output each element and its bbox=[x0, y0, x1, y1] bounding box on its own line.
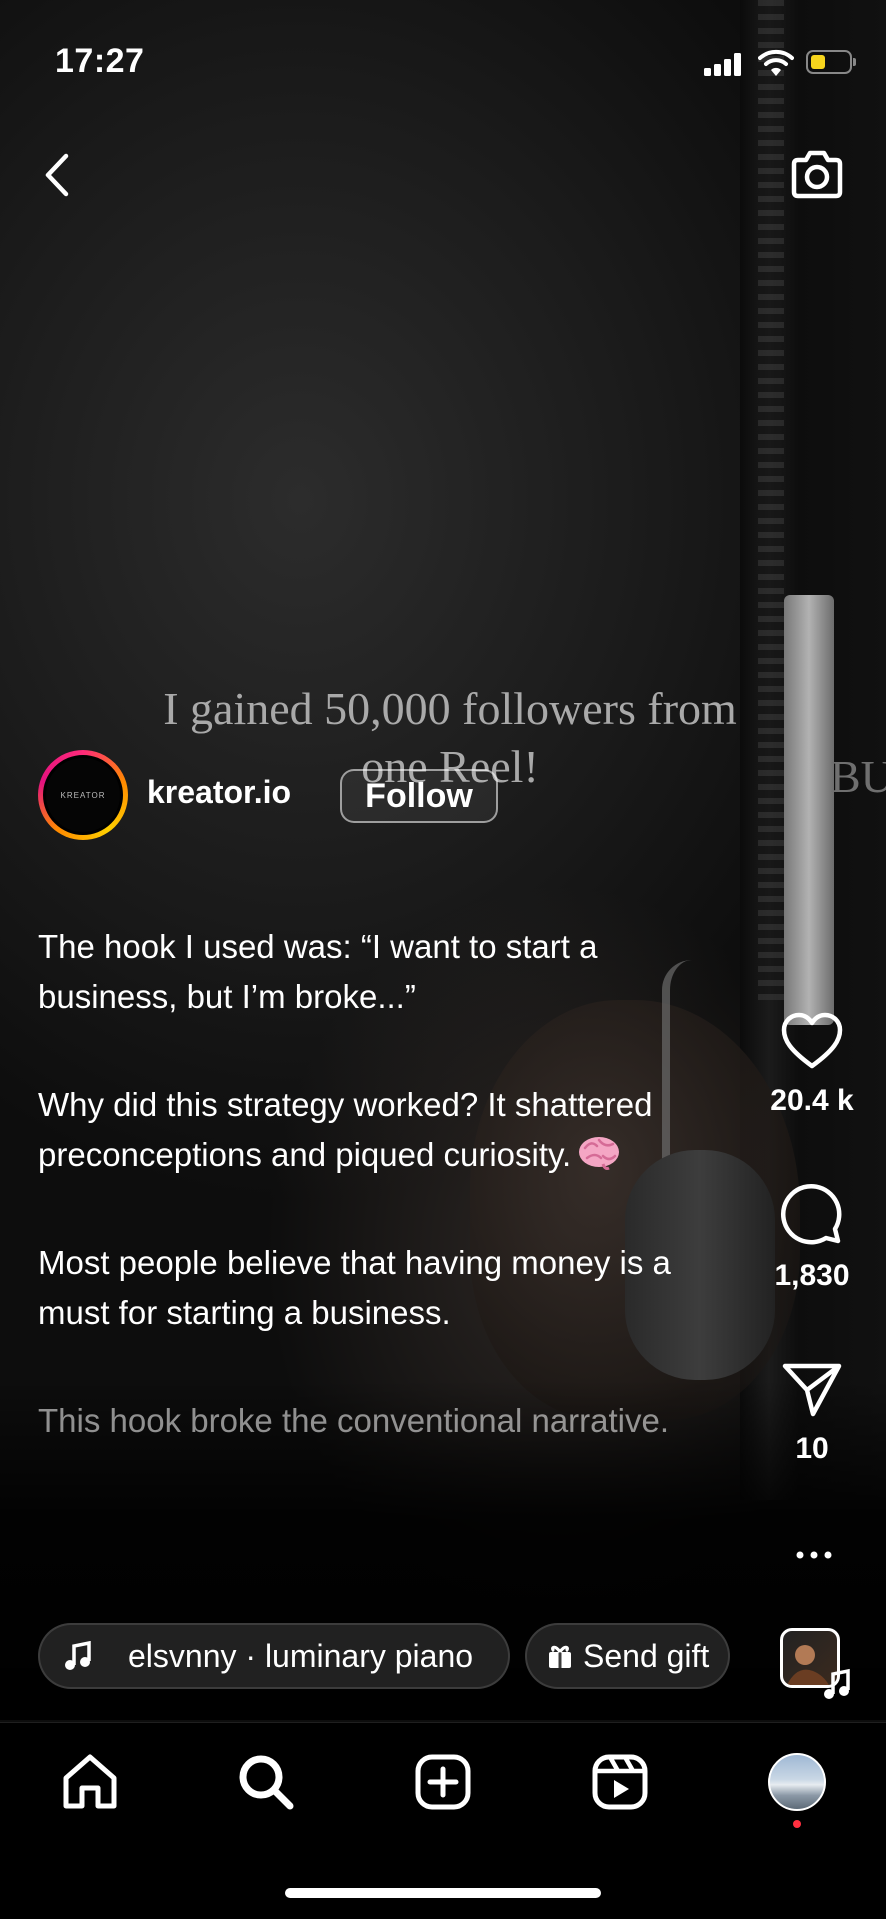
follow-button[interactable]: Follow bbox=[340, 769, 498, 823]
battery-level bbox=[811, 55, 825, 69]
music-note-badge-icon bbox=[824, 1668, 850, 1699]
send-gift-pill[interactable]: Send gift bbox=[525, 1623, 730, 1689]
mirror-ornament bbox=[758, 0, 784, 1000]
author-avatar[interactable]: KREATOR bbox=[38, 750, 128, 840]
caption-paragraph: The hook I used was: “I want to start a … bbox=[38, 928, 598, 1015]
caption-paragraph-truncated: This hook broke the conventional narrati… bbox=[38, 1402, 670, 1439]
profile-avatar[interactable] bbox=[768, 1753, 826, 1811]
camera-icon[interactable] bbox=[788, 148, 846, 202]
gift-icon bbox=[549, 1645, 571, 1668]
audio-track-name: elsvnny · luminary piano bbox=[128, 1637, 474, 1674]
notification-dot bbox=[793, 1820, 801, 1828]
video-overlay-side-text: BU bbox=[830, 751, 886, 802]
more-options-icon[interactable] bbox=[794, 1548, 834, 1562]
share-count: 10 bbox=[795, 1432, 829, 1465]
battery-icon bbox=[806, 50, 856, 74]
caption-paragraph: Most people believe that having money is… bbox=[38, 1244, 671, 1331]
reel-caption[interactable]: The hook I used was: “I want to start a … bbox=[38, 922, 738, 1505]
status-time: 17:27 bbox=[55, 42, 145, 80]
heart-icon[interactable] bbox=[780, 1012, 844, 1070]
music-note-icon bbox=[65, 1641, 91, 1670]
comment-count: 1,830 bbox=[774, 1259, 850, 1292]
create-icon[interactable] bbox=[413, 1752, 473, 1812]
share-action[interactable]: 10 bbox=[756, 1362, 868, 1466]
comment-action[interactable]: 1,830 bbox=[756, 1183, 868, 1293]
cellular-signal-icon bbox=[704, 52, 744, 76]
search-icon[interactable] bbox=[236, 1752, 296, 1812]
comment-bubble-icon[interactable] bbox=[780, 1183, 844, 1245]
light-bar bbox=[784, 595, 834, 1025]
audio-track-pill[interactable]: elsvnny · luminary piano bbox=[38, 1623, 510, 1689]
send-gift-label: Send gift bbox=[583, 1637, 710, 1674]
wifi-icon bbox=[758, 49, 794, 76]
home-indicator[interactable] bbox=[285, 1888, 601, 1898]
caption-paragraph-with-emoji: Why did this strategy worked? It shatter… bbox=[38, 1080, 738, 1179]
author-username[interactable]: kreator.io bbox=[147, 774, 291, 811]
home-icon[interactable] bbox=[60, 1752, 120, 1812]
like-action[interactable]: 20.4 k bbox=[756, 1012, 868, 1118]
reels-icon[interactable] bbox=[590, 1752, 650, 1812]
like-count: 20.4 k bbox=[770, 1084, 854, 1117]
brain-emoji-icon bbox=[579, 1136, 620, 1170]
chevron-left-icon[interactable] bbox=[38, 150, 78, 200]
author-avatar-logo: KREATOR bbox=[43, 755, 123, 835]
paper-plane-icon[interactable] bbox=[781, 1362, 843, 1418]
caption-paragraph: Why did this strategy worked? It shatter… bbox=[38, 1086, 653, 1173]
